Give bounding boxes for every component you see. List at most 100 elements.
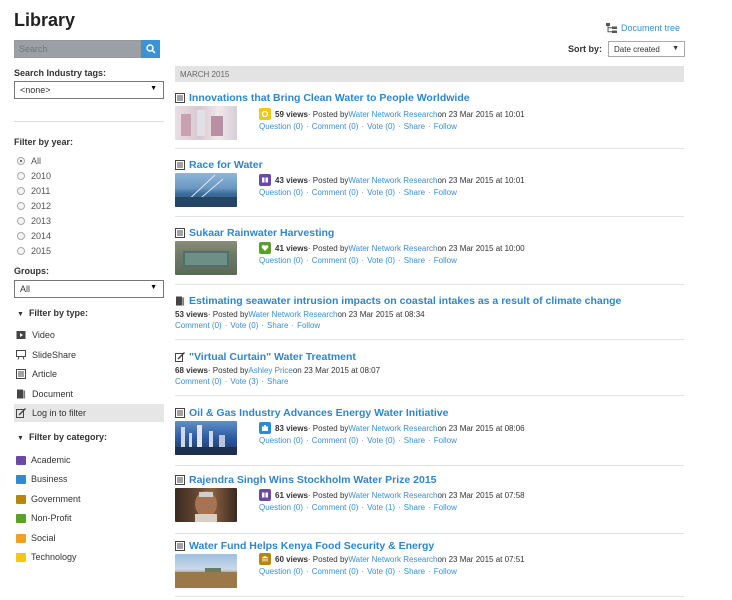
share-link[interactable]: Share (404, 256, 425, 265)
type-slideshare[interactable]: SlideShare (14, 346, 164, 364)
year-option-2010[interactable]: 2010 (17, 171, 51, 181)
question-link[interactable]: Question (0) (259, 256, 303, 265)
author-link[interactable]: Water Network Research (348, 176, 437, 185)
document-tree-link[interactable]: Document tree (606, 23, 680, 33)
view-count: 43 views (275, 175, 308, 185)
author-link[interactable]: Water Network Research (348, 244, 437, 253)
year-option-all[interactable]: All (17, 156, 41, 166)
type-login-to-filter[interactable]: Log in to filter (14, 404, 164, 422)
vote-link[interactable]: Vote (0) (367, 567, 395, 576)
radio-icon[interactable] (17, 217, 25, 225)
vote-link[interactable]: Vote (0) (367, 436, 395, 445)
category-technology[interactable]: Technology (14, 548, 164, 566)
vote-link[interactable]: Vote (3) (230, 377, 258, 386)
question-link[interactable]: Question (0) (259, 503, 303, 512)
item-title-link[interactable]: Sukaar Rainwater Harvesting (175, 227, 334, 239)
follow-link[interactable]: Follow (434, 567, 457, 576)
year-option-2015[interactable]: 2015 (17, 246, 51, 256)
comment-link[interactable]: Comment (0) (312, 503, 359, 512)
year-option-2012[interactable]: 2012 (17, 201, 51, 211)
year-option-2013[interactable]: 2013 (17, 216, 51, 226)
share-link[interactable]: Share (404, 188, 425, 197)
item-title-link[interactable]: Rajendra Singh Wins Stockholm Water Priz… (175, 474, 437, 486)
vote-link[interactable]: Vote (0) (367, 122, 395, 131)
vote-link[interactable]: Vote (1) (367, 503, 395, 512)
share-link[interactable]: Share (267, 377, 288, 386)
item-thumbnail[interactable] (175, 421, 237, 455)
search-input[interactable] (14, 40, 141, 58)
follow-link[interactable]: Follow (434, 122, 457, 131)
share-link[interactable]: Share (404, 567, 425, 576)
follow-link[interactable]: Follow (434, 256, 457, 265)
sort-select[interactable]: Date created ▼ (608, 41, 686, 57)
author-link[interactable]: Ashley Price (248, 366, 292, 375)
category-business[interactable]: Business (14, 470, 164, 488)
item-title-link[interactable]: Oil & Gas Industry Advances Energy Water… (175, 407, 448, 419)
item-thumbnail[interactable] (175, 241, 237, 275)
type-article[interactable]: Article (14, 365, 164, 383)
author-link[interactable]: Water Network Research (348, 110, 437, 119)
item-thumbnail[interactable] (175, 554, 237, 588)
item-title-link[interactable]: Water Fund Helps Kenya Food Security & E… (175, 540, 434, 552)
year-option-2011[interactable]: 2011 (17, 186, 50, 196)
list-item: Oil & Gas Industry Advances Energy Water… (175, 407, 684, 473)
item-thumbnail[interactable] (175, 488, 237, 522)
category-filter-heading[interactable]: ▼ Filter by category: (17, 432, 107, 442)
list-item: Race for Water 43 views · Posted by Wate… (175, 159, 684, 225)
author-link[interactable]: Water Network Research (348, 491, 437, 500)
type-document[interactable]: Document (14, 385, 164, 403)
item-meta: 61 views · Posted by Water Network Resea… (259, 489, 525, 501)
comment-link[interactable]: Comment (0) (175, 377, 222, 386)
item-title-link[interactable]: Race for Water (175, 159, 263, 171)
type-video[interactable]: Video (14, 326, 164, 344)
radio-icon[interactable] (17, 202, 25, 210)
author-link[interactable]: Water Network Research (248, 310, 337, 319)
search-button[interactable] (141, 40, 160, 58)
item-title-link[interactable]: Estimating seawater intrusion impacts on… (175, 295, 621, 307)
share-link[interactable]: Share (404, 436, 425, 445)
category-government[interactable]: Government (14, 490, 164, 508)
comment-link[interactable]: Comment (0) (312, 122, 359, 131)
question-link[interactable]: Question (0) (259, 436, 303, 445)
vote-link[interactable]: Vote (0) (367, 256, 395, 265)
year-option-2014[interactable]: 2014 (17, 231, 51, 241)
view-count: 41 views (275, 243, 308, 253)
item-title-link[interactable]: Innovations that Bring Clean Water to Pe… (175, 92, 470, 104)
comment-link[interactable]: Comment (0) (312, 436, 359, 445)
vote-link[interactable]: Vote (0) (367, 188, 395, 197)
comment-link[interactable]: Comment (0) (175, 321, 222, 330)
category-academic[interactable]: Academic (14, 451, 164, 469)
vote-link[interactable]: Vote (0) (230, 321, 258, 330)
radio-icon[interactable] (17, 232, 25, 240)
share-link[interactable]: Share (404, 122, 425, 131)
share-link[interactable]: Share (267, 321, 288, 330)
author-link[interactable]: Water Network Research (348, 555, 437, 564)
item-thumbnail[interactable] (175, 173, 237, 207)
question-link[interactable]: Question (0) (259, 188, 303, 197)
item-thumbnail[interactable] (175, 106, 237, 140)
type-filter-heading[interactable]: ▼ Filter by type: (17, 308, 88, 318)
government-icon (16, 494, 26, 504)
radio-icon[interactable] (17, 172, 25, 180)
radio-icon[interactable] (17, 247, 25, 255)
groups-select[interactable]: All ▼ (14, 280, 164, 298)
comment-link[interactable]: Comment (0) (312, 567, 359, 576)
share-link[interactable]: Share (404, 503, 425, 512)
industry-tags-select[interactable]: <none> ▼ (14, 81, 164, 99)
comment-link[interactable]: Comment (0) (312, 188, 359, 197)
item-actions: Question (0) · Comment (0) · Vote (0) · Share ·… (259, 567, 457, 576)
radio-icon[interactable] (17, 187, 25, 195)
radio-icon[interactable] (17, 157, 25, 165)
follow-link[interactable]: Follow (297, 321, 320, 330)
category-non-profit[interactable]: Non-Profit (14, 509, 164, 527)
comment-link[interactable]: Comment (0) (312, 256, 359, 265)
follow-link[interactable]: Follow (434, 503, 457, 512)
follow-link[interactable]: Follow (434, 188, 457, 197)
item-title-link[interactable]: "Virtual Curtain" Water Treatment (175, 351, 356, 363)
question-link[interactable]: Question (0) (259, 122, 303, 131)
category-social[interactable]: Social (14, 529, 164, 547)
author-link[interactable]: Water Network Research (348, 424, 437, 433)
chevron-down-icon: ▼ (672, 45, 680, 52)
question-link[interactable]: Question (0) (259, 567, 303, 576)
follow-link[interactable]: Follow (434, 436, 457, 445)
